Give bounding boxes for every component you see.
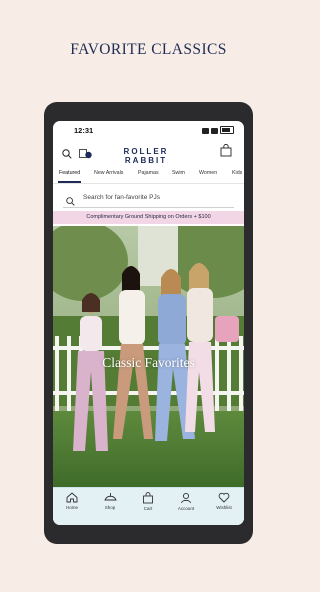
cart-icon (143, 492, 153, 504)
bottom-nav-label: Cart (143, 506, 153, 511)
tab-swim[interactable]: Swim (172, 170, 185, 176)
search-field[interactable]: Search for fan-favorite PJs (63, 190, 234, 208)
account-icon (181, 492, 191, 504)
tab-featured[interactable]: Featured (59, 170, 80, 176)
brand-logo[interactable]: ROLLER RABBIT (105, 147, 187, 165)
bottom-nav-wishlist[interactable]: Wishlist (205, 492, 243, 510)
tab-new-arrivals[interactable]: New Arrivals (94, 170, 123, 176)
search-placeholder[interactable]: Search for fan-favorite PJs (83, 194, 160, 201)
marketing-headline: FAVORITE CLASSICS (70, 41, 227, 58)
bottom-nav-label: Account (177, 506, 195, 511)
hero-title: Classic Favorites (102, 355, 195, 370)
bottom-nav-label: Wishlist (216, 505, 232, 510)
tab-kids[interactable]: Kids (232, 170, 242, 176)
tab-pajamas[interactable]: Pajamas (138, 170, 159, 176)
bottom-nav-cart[interactable]: Cart (129, 492, 167, 511)
heart-icon (218, 492, 230, 503)
store-badge-icon[interactable] (79, 146, 92, 164)
wifi-icon (202, 128, 209, 134)
bottom-nav-label: Shop (104, 505, 116, 510)
shop-icon (103, 493, 117, 501)
bottom-nav-home[interactable]: Home (53, 492, 91, 510)
hero-banner[interactable]: Classic Favorites (53, 226, 244, 488)
tab-women[interactable]: Women (199, 170, 217, 176)
bottom-nav-shop[interactable]: Shop (91, 492, 129, 510)
app-screen: 12:31 ROLLER RABBIT Featured New Arrival… (53, 121, 244, 525)
category-tabs: Featured New Arrivals Pajamas Swim Women… (53, 167, 244, 183)
battery-icon (220, 126, 234, 134)
status-time: 12:31 (74, 126, 94, 135)
promo-banner[interactable]: Complimentary Ground Shipping on Orders … (53, 211, 244, 224)
home-icon (66, 492, 78, 503)
bottom-nav-label: Home (65, 505, 78, 510)
signal-icon (211, 128, 218, 134)
status-bar: 12:31 (53, 121, 244, 139)
status-icons (200, 126, 234, 136)
search-underline (63, 207, 234, 208)
search-icon (66, 193, 75, 211)
divider (53, 183, 244, 184)
bottom-nav-account[interactable]: Account (167, 492, 205, 511)
bottom-navigation: Home Shop Cart Account Wishlist (53, 487, 244, 525)
app-header: ROLLER RABBIT (53, 141, 244, 165)
shopping-bag-icon[interactable] (220, 143, 232, 162)
search-icon[interactable] (62, 146, 72, 164)
